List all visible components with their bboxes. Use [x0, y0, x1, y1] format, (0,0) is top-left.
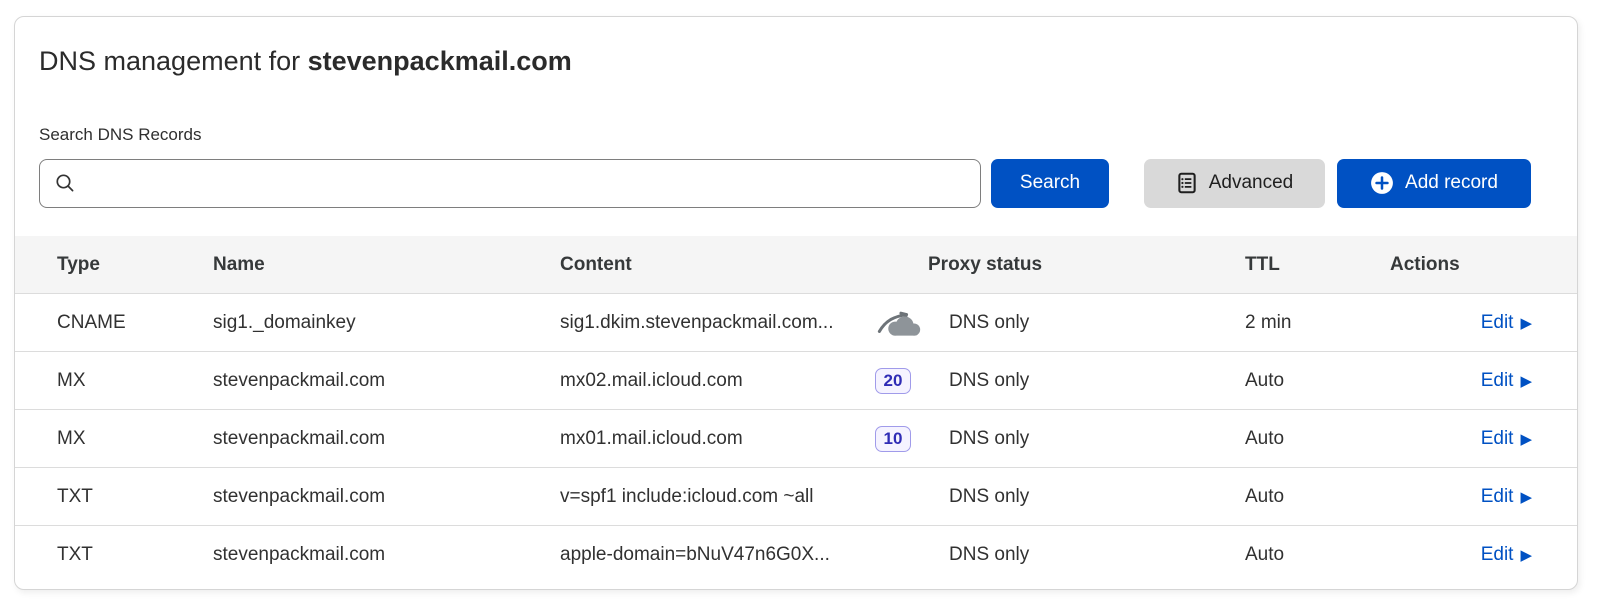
cell-type: TXT: [15, 486, 213, 508]
cell-proxy: DNS only: [875, 486, 1245, 508]
cell-proxy: DNS only: [875, 308, 1245, 338]
cell-name: sig1._domainkey: [213, 312, 560, 334]
cell-proxy: 10 DNS only: [875, 426, 1245, 452]
table-header-row: Type Name Content Proxy status TTL Actio…: [15, 236, 1577, 293]
edit-arrow-icon: ▶: [1520, 374, 1532, 389]
cell-type: TXT: [15, 544, 213, 566]
edit-link[interactable]: Edit ▶: [1481, 544, 1532, 566]
edit-link[interactable]: Edit ▶: [1481, 486, 1532, 508]
cell-proxy-status: DNS only: [949, 486, 1029, 508]
column-header-name: Name: [213, 254, 560, 276]
column-header-content: Content: [560, 254, 875, 276]
cell-content: mx01.mail.icloud.com: [560, 428, 875, 450]
priority-badge: 10: [875, 426, 911, 452]
edit-link-label: Edit: [1481, 370, 1514, 392]
priority-badge: 20: [875, 368, 911, 394]
search-box[interactable]: [39, 159, 981, 208]
search-label: Search DNS Records: [15, 125, 1577, 145]
table-row: MX stevenpackmail.com mx01.mail.icloud.c…: [15, 409, 1577, 467]
cell-type: MX: [15, 428, 213, 450]
cell-proxy-status: DNS only: [949, 544, 1029, 566]
cell-content: apple-domain=bNuV47n6G0X...: [560, 544, 875, 566]
edit-arrow-icon: ▶: [1520, 432, 1532, 447]
edit-link-label: Edit: [1481, 544, 1514, 566]
table-row: MX stevenpackmail.com mx02.mail.icloud.c…: [15, 351, 1577, 409]
edit-link[interactable]: Edit ▶: [1481, 370, 1532, 392]
cell-proxy: 20 DNS only: [875, 368, 1245, 394]
edit-link-label: Edit: [1481, 428, 1514, 450]
column-header-type: Type: [15, 254, 213, 276]
edit-link-label: Edit: [1481, 486, 1514, 508]
cell-type: MX: [15, 370, 213, 392]
domain-name: stevenpackmail.com: [308, 46, 572, 76]
cell-name: stevenpackmail.com: [213, 370, 560, 392]
cell-content: sig1.dkim.stevenpackmail.com...: [560, 312, 875, 334]
column-header-actions: Actions: [1390, 254, 1577, 276]
cell-proxy-status: DNS only: [949, 428, 1029, 450]
cell-content: mx02.mail.icloud.com: [560, 370, 875, 392]
cell-actions: Edit ▶: [1390, 428, 1577, 450]
cell-actions: Edit ▶: [1390, 370, 1577, 392]
search-input[interactable]: [86, 173, 966, 194]
cell-content: v=spf1 include:icloud.com ~all: [560, 486, 875, 508]
table-row: CNAME sig1._domainkey sig1.dkim.stevenpa…: [15, 293, 1577, 351]
cell-proxy-status: DNS only: [949, 370, 1029, 392]
cell-ttl: Auto: [1245, 370, 1390, 392]
page-title: DNS management for stevenpackmail.com: [39, 43, 1577, 79]
table-row: TXT stevenpackmail.com apple-domain=bNuV…: [15, 525, 1577, 583]
column-header-ttl: TTL: [1245, 254, 1390, 276]
column-header-proxy-status: Proxy status: [875, 254, 1245, 276]
dns-only-cloud-icon: [875, 308, 925, 338]
edit-link-label: Edit: [1481, 312, 1514, 334]
cell-ttl: Auto: [1245, 428, 1390, 450]
search-toolbar: Search Advanced Add record: [15, 158, 1577, 208]
cell-ttl: 2 min: [1245, 312, 1390, 334]
search-button[interactable]: Search: [991, 159, 1109, 208]
cell-ttl: Auto: [1245, 544, 1390, 566]
dns-records-table: Type Name Content Proxy status TTL Actio…: [15, 236, 1577, 583]
advanced-list-icon: [1176, 171, 1198, 195]
advanced-button[interactable]: Advanced: [1144, 159, 1325, 208]
cell-name: stevenpackmail.com: [213, 428, 560, 450]
dns-management-card: DNS management for stevenpackmail.com Se…: [14, 16, 1578, 590]
edit-arrow-icon: ▶: [1520, 548, 1532, 563]
cell-type: CNAME: [15, 312, 213, 334]
edit-arrow-icon: ▶: [1520, 316, 1532, 331]
cell-actions: Edit ▶: [1390, 312, 1577, 334]
cell-actions: Edit ▶: [1390, 486, 1577, 508]
table-row: TXT stevenpackmail.com v=spf1 include:ic…: [15, 467, 1577, 525]
add-record-button[interactable]: Add record: [1337, 159, 1531, 208]
edit-link[interactable]: Edit ▶: [1481, 428, 1532, 450]
edit-arrow-icon: ▶: [1520, 490, 1532, 505]
cell-name: stevenpackmail.com: [213, 544, 560, 566]
cell-actions: Edit ▶: [1390, 544, 1577, 566]
cell-name: stevenpackmail.com: [213, 486, 560, 508]
cell-proxy: DNS only: [875, 544, 1245, 566]
edit-link[interactable]: Edit ▶: [1481, 312, 1532, 334]
table-body: CNAME sig1._domainkey sig1.dkim.stevenpa…: [15, 293, 1577, 583]
cell-ttl: Auto: [1245, 486, 1390, 508]
search-icon: [54, 172, 76, 194]
plus-circle-icon: [1370, 171, 1394, 195]
cell-proxy-status: DNS only: [949, 312, 1029, 334]
